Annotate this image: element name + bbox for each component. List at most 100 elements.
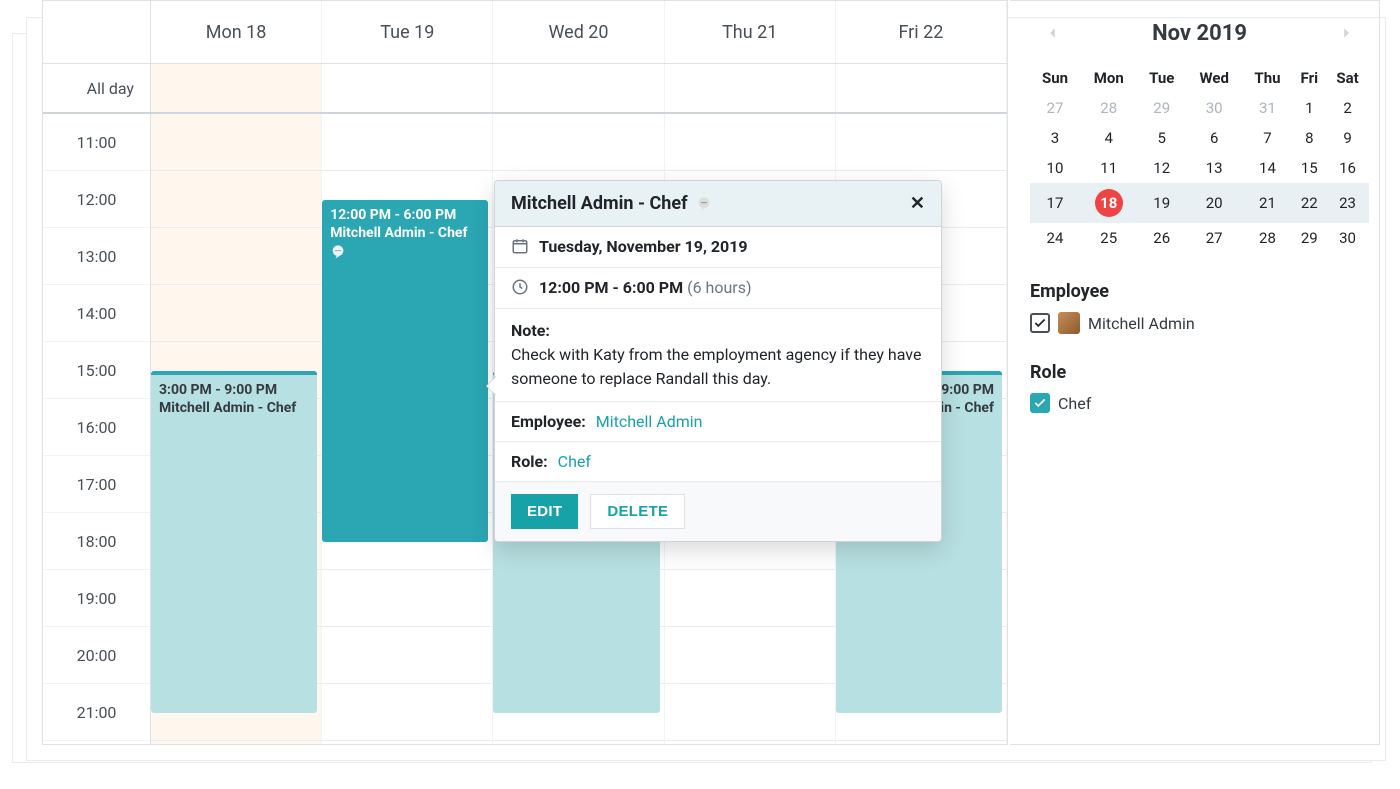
role-link[interactable]: Chef (558, 452, 591, 471)
minical-day[interactable]: 21 (1242, 183, 1292, 223)
event-time: 3:00 PM - 9:00 PM (159, 381, 309, 399)
minical-day[interactable]: 28 (1242, 223, 1292, 253)
calendar-icon (511, 237, 529, 257)
day-header-mon[interactable]: Mon 18 (151, 1, 322, 63)
day-header-wed[interactable]: Wed 20 (493, 1, 664, 63)
allday-cell[interactable] (836, 64, 1007, 112)
all-day-label: All day (43, 64, 151, 112)
edit-button[interactable]: EDIT (511, 494, 578, 529)
allday-cell[interactable] (322, 64, 493, 112)
minical-day[interactable]: 17 (1030, 183, 1080, 223)
minical-day[interactable]: 2 (1326, 93, 1369, 123)
mini-calendar: SunMonTueWedThuFriSat 272829303112345678… (1030, 63, 1369, 253)
employee-label: Employee: (511, 412, 586, 431)
role-label: Role: (511, 452, 548, 471)
next-month-button[interactable] (1331, 17, 1361, 49)
note-label: Note: (511, 321, 550, 340)
day-header-thu[interactable]: Thu 21 (665, 1, 836, 63)
minical-day[interactable]: 8 (1293, 123, 1327, 153)
minical-day[interactable]: 25 (1080, 223, 1138, 253)
time-label: 16:00 (43, 399, 150, 456)
role-filter-label: Chef (1058, 394, 1091, 413)
employee-filter-label: Mitchell Admin (1088, 314, 1195, 333)
minical-day[interactable]: 29 (1138, 93, 1186, 123)
avatar (1058, 312, 1080, 334)
role-checkbox[interactable] (1030, 393, 1050, 413)
close-icon[interactable]: ✕ (910, 193, 925, 214)
weekday-header: Sun (1030, 63, 1080, 93)
note-icon (330, 244, 346, 260)
minical-day[interactable]: 27 (1030, 93, 1080, 123)
minical-day[interactable]: 20 (1186, 183, 1242, 223)
event-time: 12:00 PM - 6:00 PM (330, 206, 480, 224)
event-tue[interactable]: 12:00 PM - 6:00 PM Mitchell Admin - Chef (322, 200, 488, 542)
note-text: Check with Katy from the employment agen… (511, 345, 921, 388)
role-section-title: Role (1030, 362, 1369, 383)
popover-duration: (6 hours) (687, 278, 751, 297)
minical-day[interactable]: 12 (1138, 153, 1186, 183)
minical-day[interactable]: 24 (1030, 223, 1080, 253)
minical-day[interactable]: 11 (1080, 153, 1138, 183)
sidebar: Nov 2019 SunMonTueWedThuFriSat 272829303… (1010, 0, 1380, 745)
minical-day[interactable]: 14 (1242, 153, 1292, 183)
allday-cell[interactable] (151, 64, 322, 112)
time-label: 21:00 (43, 684, 150, 741)
minical-day[interactable]: 23 (1326, 183, 1369, 223)
clock-icon (511, 278, 529, 298)
minical-day[interactable]: 7 (1242, 123, 1292, 153)
delete-button[interactable]: DELETE (590, 494, 685, 529)
time-label: 19:00 (43, 570, 150, 627)
minical-day[interactable]: 16 (1326, 153, 1369, 183)
day-column-tue[interactable]: 12:00 PM - 6:00 PM Mitchell Admin - Chef (322, 114, 493, 744)
minical-day[interactable]: 10 (1030, 153, 1080, 183)
employee-link[interactable]: Mitchell Admin (596, 412, 703, 431)
day-column-mon[interactable]: 3:00 PM - 9:00 PM Mitchell Admin - Chef (151, 114, 322, 744)
minical-day[interactable]: 18 (1080, 183, 1138, 223)
time-label: 12:00 (43, 171, 150, 228)
prev-month-button[interactable] (1038, 17, 1068, 49)
minical-day[interactable]: 5 (1138, 123, 1186, 153)
weekday-header: Mon (1080, 63, 1138, 93)
minical-day[interactable]: 13 (1186, 153, 1242, 183)
day-header-fri[interactable]: Fri 22 (836, 1, 1007, 63)
minical-day[interactable]: 30 (1186, 93, 1242, 123)
popover-title: Mitchell Admin - Chef (511, 193, 688, 214)
weekday-header: Sat (1326, 63, 1369, 93)
minical-day[interactable]: 29 (1293, 223, 1327, 253)
minical-day[interactable]: 6 (1186, 123, 1242, 153)
allday-cell[interactable] (665, 64, 836, 112)
minical-title: Nov 2019 (1068, 21, 1331, 46)
minical-day[interactable]: 15 (1293, 153, 1327, 183)
minical-day[interactable]: 4 (1080, 123, 1138, 153)
time-label: 13:00 (43, 228, 150, 285)
event-popover: Mitchell Admin - Chef ✕ Tuesday, Novembe… (494, 180, 942, 542)
allday-cell[interactable] (493, 64, 664, 112)
popover-time: 12:00 PM - 6:00 PM (539, 278, 683, 297)
minical-day[interactable]: 30 (1326, 223, 1369, 253)
employee-section-title: Employee (1030, 281, 1369, 302)
minical-day[interactable]: 19 (1138, 183, 1186, 223)
time-label: 17:00 (43, 456, 150, 513)
note-icon (696, 196, 712, 212)
employee-checkbox[interactable] (1030, 313, 1050, 333)
weekday-header: Tue (1138, 63, 1186, 93)
minical-day[interactable]: 31 (1242, 93, 1292, 123)
minical-day[interactable]: 26 (1138, 223, 1186, 253)
minical-day[interactable]: 22 (1293, 183, 1327, 223)
event-title: Mitchell Admin - Chef (159, 399, 309, 417)
minical-day[interactable]: 9 (1326, 123, 1369, 153)
day-header-tue[interactable]: Tue 19 (322, 1, 493, 63)
minical-day[interactable]: 1 (1293, 93, 1327, 123)
time-label: 20:00 (43, 627, 150, 684)
time-label: 18:00 (43, 513, 150, 570)
weekday-header: Thu (1242, 63, 1292, 93)
time-label: 14:00 (43, 285, 150, 342)
weekday-header: Wed (1186, 63, 1242, 93)
minical-day[interactable]: 28 (1080, 93, 1138, 123)
time-label: 15:00 (43, 342, 150, 399)
event-mon[interactable]: 3:00 PM - 9:00 PM Mitchell Admin - Chef (151, 371, 317, 713)
minical-day[interactable]: 3 (1030, 123, 1080, 153)
minical-day[interactable]: 27 (1186, 223, 1242, 253)
popover-date: Tuesday, November 19, 2019 (539, 237, 748, 256)
event-title: Mitchell Admin - Chef (330, 225, 467, 241)
